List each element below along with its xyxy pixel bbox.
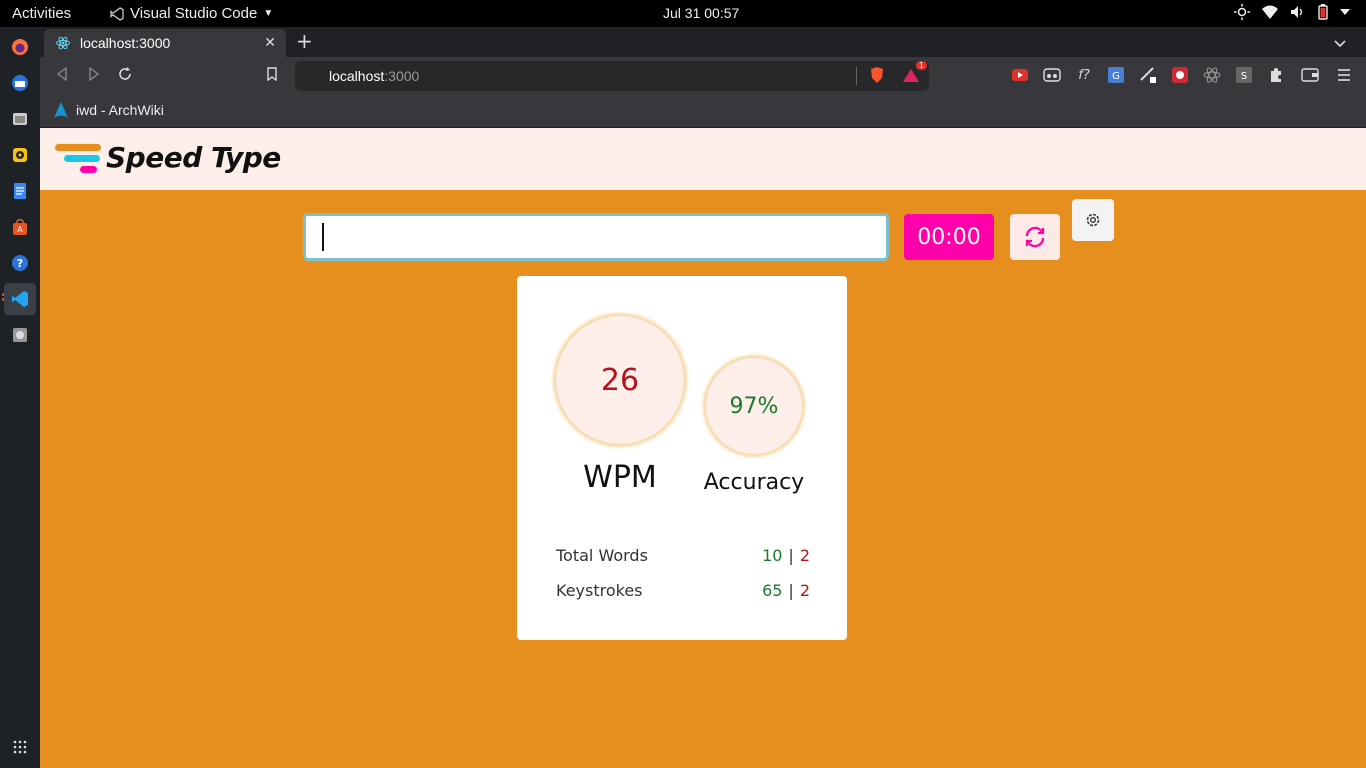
brand-title: Speed Type	[106, 141, 281, 174]
system-tray[interactable]	[1234, 4, 1350, 20]
svg-text:A: A	[17, 225, 23, 234]
bug-extension-icon[interactable]	[1170, 65, 1190, 85]
bookmarks-bar: iwd - ArchWiki	[40, 95, 1366, 128]
activities-button[interactable]: Activities	[12, 5, 71, 22]
typing-input[interactable]	[303, 213, 889, 261]
react-icon	[56, 36, 70, 50]
tab-strip: localhost:3000 ✕ +	[40, 27, 1366, 57]
translate-extension-icon[interactable]: G	[1106, 65, 1126, 85]
bookmark-archwiki[interactable]: iwd - ArchWiki	[54, 102, 164, 118]
help-icon[interactable]: ?	[4, 247, 36, 279]
youtube-extension-icon[interactable]	[1010, 65, 1030, 85]
stat-label: Total Words	[556, 546, 648, 565]
speed-type-page: Speed Type 00:00 26 97% WPM Accuracy Tot…	[40, 128, 1366, 768]
incorrect-count: 2	[799, 581, 810, 600]
separator: |	[788, 581, 794, 600]
text-cursor	[322, 223, 324, 251]
wpm-value: 26	[556, 316, 684, 444]
svg-text:S: S	[1241, 71, 1247, 82]
software-center-icon[interactable]: A	[4, 211, 36, 243]
close-tab-icon[interactable]: ✕	[264, 34, 276, 51]
mask-extension-icon[interactable]	[1042, 65, 1062, 85]
svg-text:G: G	[1112, 71, 1120, 82]
separator: |	[788, 546, 794, 565]
rewards-badge: 1	[915, 61, 927, 70]
forward-icon[interactable]	[88, 66, 100, 85]
night-light-icon	[1234, 4, 1250, 20]
wpm-label: WPM	[583, 460, 657, 495]
accuracy-value: 97%	[706, 358, 802, 454]
settings-button[interactable]	[1072, 199, 1114, 241]
disks-icon[interactable]	[4, 319, 36, 351]
url-divider	[856, 67, 857, 85]
files-icon[interactable]	[4, 103, 36, 135]
vscode-icon	[110, 6, 124, 21]
url-host: localhost	[329, 68, 385, 84]
url-port: :3000	[384, 68, 420, 84]
react-devtools-icon[interactable]	[1202, 65, 1222, 85]
extensions-puzzle-icon[interactable]	[1266, 65, 1286, 85]
accuracy-label: Accuracy	[703, 470, 805, 495]
dock: A ?	[0, 27, 40, 768]
incorrect-count: 2	[799, 546, 810, 565]
wallet-icon[interactable]	[1300, 65, 1320, 85]
bookmark-label: iwd - ArchWiki	[76, 102, 164, 118]
show-apps-icon[interactable]	[4, 731, 36, 763]
formula-extension-icon[interactable]: f?	[1074, 65, 1094, 85]
s-extension-icon[interactable]: S	[1234, 65, 1254, 85]
wifi-icon	[1262, 5, 1278, 19]
tab-localhost[interactable]: localhost:3000 ✕	[44, 29, 286, 57]
back-icon[interactable]	[56, 66, 68, 85]
reset-button[interactable]	[1010, 214, 1060, 260]
chevron-down-icon: ▼	[263, 8, 274, 19]
system-top-bar: Activities Visual Studio Code ▼ Jul 31 0…	[0, 0, 1366, 27]
timer-display: 00:00	[904, 214, 994, 260]
stat-values: 10 | 2	[762, 546, 810, 565]
gear-icon	[1086, 213, 1100, 227]
thunderbird-icon[interactable]	[4, 67, 36, 99]
stat-row-total-words: Total Words 10 | 2	[556, 546, 810, 565]
tab-search-icon[interactable]	[1334, 33, 1346, 52]
stat-label: Keystrokes	[556, 581, 643, 600]
clock[interactable]: Jul 31 00:57	[663, 5, 739, 21]
pen-extension-icon[interactable]	[1138, 65, 1158, 85]
firefox-icon[interactable]	[4, 31, 36, 63]
stat-row-keystrokes: Keystrokes 65 | 2	[556, 581, 810, 600]
new-tab-icon[interactable]: +	[296, 29, 313, 53]
brave-shields-icon[interactable]	[867, 65, 887, 85]
refresh-icon	[1025, 226, 1045, 248]
volume-icon	[1291, 6, 1303, 18]
power-menu-icon	[1340, 9, 1350, 15]
browser-window: localhost:3000 ✕ + ! localhost:3000	[40, 27, 1366, 128]
correct-count: 65	[762, 581, 783, 600]
reload-icon[interactable]	[118, 66, 132, 85]
tab-title: localhost:3000	[80, 35, 171, 51]
correct-count: 10	[762, 546, 783, 565]
address-bar[interactable]: localhost:3000	[295, 61, 929, 91]
battery-icon	[1318, 4, 1328, 20]
brave-rewards-icon[interactable]: 1	[901, 61, 927, 85]
rhythmbox-icon[interactable]	[4, 139, 36, 171]
app-menu[interactable]: Visual Studio Code ▼	[110, 5, 273, 22]
svg-text:?: ?	[17, 257, 23, 270]
results-card: 26 97% WPM Accuracy Total Words 10 | 2 K…	[517, 276, 847, 640]
menu-icon[interactable]	[1334, 65, 1354, 85]
speed-type-logo-icon	[55, 144, 101, 173]
vscode-dock-icon[interactable]	[4, 283, 36, 315]
app-header: Speed Type	[40, 128, 1366, 190]
browser-toolbar: ! localhost:3000 1 f? G	[40, 57, 1366, 95]
writer-icon[interactable]	[4, 175, 36, 207]
arch-linux-icon	[54, 102, 68, 118]
bookmark-icon[interactable]	[266, 66, 278, 85]
app-name: Visual Studio Code	[130, 5, 258, 22]
stat-values: 65 | 2	[762, 581, 810, 600]
